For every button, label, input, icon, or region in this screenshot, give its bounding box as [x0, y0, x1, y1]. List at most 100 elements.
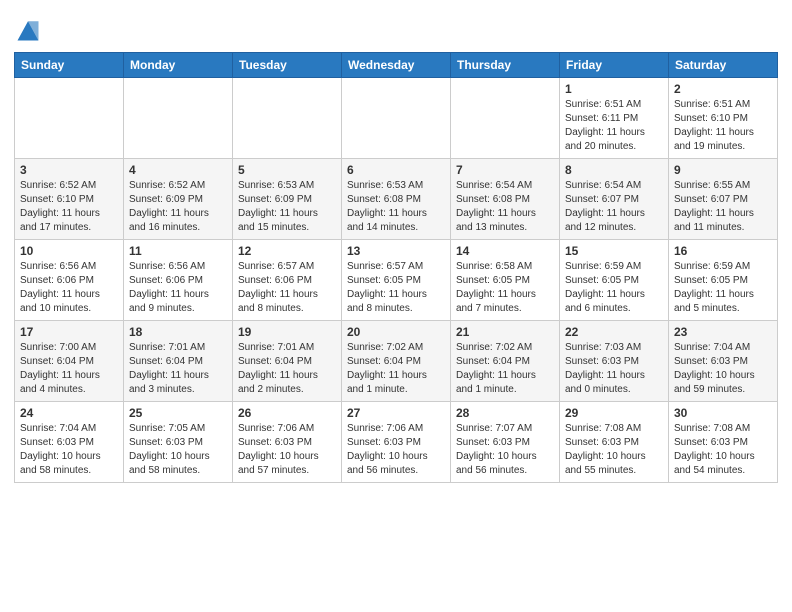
day-number: 17	[20, 325, 118, 339]
day-number: 30	[674, 406, 772, 420]
day-info: Sunrise: 7:02 AM Sunset: 6:04 PM Dayligh…	[347, 341, 445, 397]
day-number: 20	[347, 325, 445, 339]
day-info: Sunrise: 7:03 AM Sunset: 6:03 PM Dayligh…	[565, 341, 663, 397]
day-number: 25	[129, 406, 227, 420]
calendar-cell: 5 Sunrise: 6:53 AM Sunset: 6:09 PM Daylig…	[233, 159, 342, 240]
calendar-cell: 30 Sunrise: 7:08 AM Sunset: 6:03 PM Dayli…	[669, 402, 778, 483]
day-info: Sunrise: 7:05 AM Sunset: 6:03 PM Dayligh…	[129, 422, 227, 478]
calendar-cell	[124, 78, 233, 159]
calendar-cell: 7 Sunrise: 6:54 AM Sunset: 6:08 PM Daylig…	[451, 159, 560, 240]
day-info: Sunrise: 6:59 AM Sunset: 6:05 PM Dayligh…	[674, 260, 772, 316]
weekday-header: Sunday	[15, 53, 124, 78]
calendar-cell: 19 Sunrise: 7:01 AM Sunset: 6:04 PM Dayli…	[233, 321, 342, 402]
day-info: Sunrise: 6:58 AM Sunset: 6:05 PM Dayligh…	[456, 260, 554, 316]
day-info: Sunrise: 6:54 AM Sunset: 6:08 PM Dayligh…	[456, 179, 554, 235]
weekday-header: Wednesday	[342, 53, 451, 78]
day-number: 16	[674, 244, 772, 258]
day-info: Sunrise: 7:04 AM Sunset: 6:03 PM Dayligh…	[20, 422, 118, 478]
page: SundayMondayTuesdayWednesdayThursdayFrid…	[0, 0, 792, 497]
day-number: 18	[129, 325, 227, 339]
calendar-cell: 27 Sunrise: 7:06 AM Sunset: 6:03 PM Dayli…	[342, 402, 451, 483]
calendar-cell: 22 Sunrise: 7:03 AM Sunset: 6:03 PM Dayli…	[560, 321, 669, 402]
calendar-cell: 3Sunrise: 6:52 AM Sunset: 6:10 PM Daylig…	[15, 159, 124, 240]
calendar-cell	[342, 78, 451, 159]
weekday-header: Friday	[560, 53, 669, 78]
calendar-table: SundayMondayTuesdayWednesdayThursdayFrid…	[14, 52, 778, 483]
calendar-cell: 29 Sunrise: 7:08 AM Sunset: 6:03 PM Dayli…	[560, 402, 669, 483]
day-number: 9	[674, 163, 772, 177]
day-number: 24	[20, 406, 118, 420]
day-info: Sunrise: 6:51 AM Sunset: 6:11 PM Dayligh…	[565, 98, 663, 154]
day-number: 1	[565, 82, 663, 96]
day-info: Sunrise: 7:07 AM Sunset: 6:03 PM Dayligh…	[456, 422, 554, 478]
day-number: 28	[456, 406, 554, 420]
day-info: Sunrise: 6:52 AM Sunset: 6:09 PM Dayligh…	[129, 179, 227, 235]
day-info: Sunrise: 6:54 AM Sunset: 6:07 PM Dayligh…	[565, 179, 663, 235]
calendar-cell: 9 Sunrise: 6:55 AM Sunset: 6:07 PM Daylig…	[669, 159, 778, 240]
calendar-cell: 10Sunrise: 6:56 AM Sunset: 6:06 PM Dayli…	[15, 240, 124, 321]
calendar-cell	[451, 78, 560, 159]
weekday-header: Tuesday	[233, 53, 342, 78]
calendar-cell	[233, 78, 342, 159]
logo-icon	[14, 16, 42, 44]
calendar-header-row: SundayMondayTuesdayWednesdayThursdayFrid…	[15, 53, 778, 78]
day-info: Sunrise: 6:52 AM Sunset: 6:10 PM Dayligh…	[20, 179, 118, 235]
day-number: 13	[347, 244, 445, 258]
weekday-header: Thursday	[451, 53, 560, 78]
calendar-cell: 13 Sunrise: 6:57 AM Sunset: 6:05 PM Dayli…	[342, 240, 451, 321]
calendar-cell: 6 Sunrise: 6:53 AM Sunset: 6:08 PM Daylig…	[342, 159, 451, 240]
day-info: Sunrise: 7:00 AM Sunset: 6:04 PM Dayligh…	[20, 341, 118, 397]
day-number: 26	[238, 406, 336, 420]
calendar-cell: 21Sunrise: 7:02 AM Sunset: 6:04 PM Dayli…	[451, 321, 560, 402]
calendar-cell: 20 Sunrise: 7:02 AM Sunset: 6:04 PM Dayli…	[342, 321, 451, 402]
day-info: Sunrise: 6:53 AM Sunset: 6:09 PM Dayligh…	[238, 179, 336, 235]
calendar-cell: 25 Sunrise: 7:05 AM Sunset: 6:03 PM Dayli…	[124, 402, 233, 483]
calendar-cell: 8 Sunrise: 6:54 AM Sunset: 6:07 PM Daylig…	[560, 159, 669, 240]
calendar-cell: 14 Sunrise: 6:58 AM Sunset: 6:05 PM Dayli…	[451, 240, 560, 321]
day-info: Sunrise: 7:06 AM Sunset: 6:03 PM Dayligh…	[238, 422, 336, 478]
day-number: 14	[456, 244, 554, 258]
day-info: Sunrise: 6:51 AM Sunset: 6:10 PM Dayligh…	[674, 98, 772, 154]
day-info: Sunrise: 6:59 AM Sunset: 6:05 PM Dayligh…	[565, 260, 663, 316]
day-info: Sunrise: 6:57 AM Sunset: 6:06 PM Dayligh…	[238, 260, 336, 316]
day-info: Sunrise: 7:06 AM Sunset: 6:03 PM Dayligh…	[347, 422, 445, 478]
calendar-cell: 23 Sunrise: 7:04 AM Sunset: 6:03 PM Dayli…	[669, 321, 778, 402]
calendar-cell: 26 Sunrise: 7:06 AM Sunset: 6:03 PM Dayli…	[233, 402, 342, 483]
day-info: Sunrise: 6:53 AM Sunset: 6:08 PM Dayligh…	[347, 179, 445, 235]
day-number: 2	[674, 82, 772, 96]
day-number: 11	[129, 244, 227, 258]
day-info: Sunrise: 6:57 AM Sunset: 6:05 PM Dayligh…	[347, 260, 445, 316]
calendar-cell: 18 Sunrise: 7:01 AM Sunset: 6:04 PM Dayli…	[124, 321, 233, 402]
calendar-cell: 12 Sunrise: 6:57 AM Sunset: 6:06 PM Dayli…	[233, 240, 342, 321]
day-info: Sunrise: 7:01 AM Sunset: 6:04 PM Dayligh…	[129, 341, 227, 397]
day-number: 10	[20, 244, 118, 258]
day-number: 6	[347, 163, 445, 177]
day-info: Sunrise: 7:01 AM Sunset: 6:04 PM Dayligh…	[238, 341, 336, 397]
day-info: Sunrise: 6:55 AM Sunset: 6:07 PM Dayligh…	[674, 179, 772, 235]
day-info: Sunrise: 7:04 AM Sunset: 6:03 PM Dayligh…	[674, 341, 772, 397]
calendar-cell: 2 Sunrise: 6:51 AM Sunset: 6:10 PM Daylig…	[669, 78, 778, 159]
day-number: 22	[565, 325, 663, 339]
calendar-cell	[15, 78, 124, 159]
day-info: Sunrise: 6:56 AM Sunset: 6:06 PM Dayligh…	[129, 260, 227, 316]
calendar-week-row: 17 Sunrise: 7:00 AM Sunset: 6:04 PM Dayli…	[15, 321, 778, 402]
day-number: 21	[456, 325, 554, 339]
day-number: 12	[238, 244, 336, 258]
calendar-cell: 15Sunrise: 6:59 AM Sunset: 6:05 PM Dayli…	[560, 240, 669, 321]
calendar-cell: 1 Sunrise: 6:51 AM Sunset: 6:11 PM Daylig…	[560, 78, 669, 159]
day-number: 19	[238, 325, 336, 339]
day-info: Sunrise: 7:08 AM Sunset: 6:03 PM Dayligh…	[565, 422, 663, 478]
calendar-week-row: 24 Sunrise: 7:04 AM Sunset: 6:03 PM Dayli…	[15, 402, 778, 483]
calendar-cell: 17 Sunrise: 7:00 AM Sunset: 6:04 PM Dayli…	[15, 321, 124, 402]
day-number: 23	[674, 325, 772, 339]
calendar-cell: 4Sunrise: 6:52 AM Sunset: 6:09 PM Daylig…	[124, 159, 233, 240]
day-number: 27	[347, 406, 445, 420]
day-number: 5	[238, 163, 336, 177]
header	[14, 10, 778, 44]
day-info: Sunrise: 7:08 AM Sunset: 6:03 PM Dayligh…	[674, 422, 772, 478]
calendar-cell: 11 Sunrise: 6:56 AM Sunset: 6:06 PM Dayli…	[124, 240, 233, 321]
day-number: 8	[565, 163, 663, 177]
day-number: 29	[565, 406, 663, 420]
day-number: 7	[456, 163, 554, 177]
calendar-cell: 28 Sunrise: 7:07 AM Sunset: 6:03 PM Dayli…	[451, 402, 560, 483]
